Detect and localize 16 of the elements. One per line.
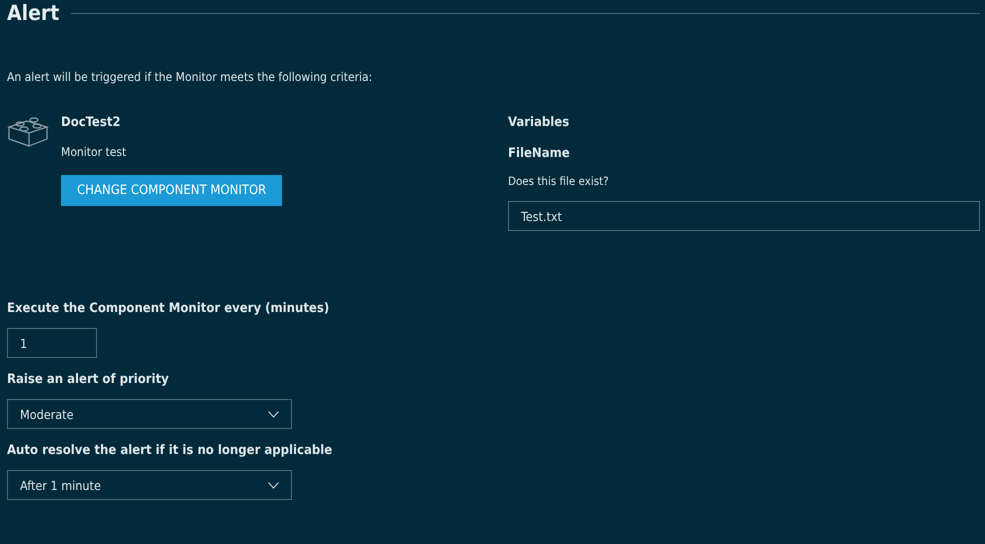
description-text: An alert will be triggered if the Monitor meets the following criteria: xyxy=(7,70,374,84)
setting-label: Execute the Component Monitor every (minutes) xyxy=(7,301,330,316)
chevron-down-icon xyxy=(268,482,279,488)
dropdown[interactable]: After 1 minute xyxy=(7,470,292,500)
variables-heading: Variables xyxy=(508,115,570,130)
variable-name: FileName xyxy=(508,146,571,161)
setting-label: Auto resolve the alert if it is no longer applicable xyxy=(7,443,334,458)
page-title: Alert xyxy=(7,1,60,25)
variable-hint: Does this file exist? xyxy=(508,174,610,188)
setting-label: Raise an alert of priority xyxy=(7,372,170,387)
monitor-subtitle: Monitor test xyxy=(61,145,126,159)
chevron-down-icon xyxy=(268,410,279,418)
minutes-input-field[interactable]: 1 xyxy=(7,328,97,358)
monitor-name: DocTest2 xyxy=(61,115,121,130)
variable-input-field[interactable]: Test.txt xyxy=(508,201,980,231)
dropdown[interactable]: Moderate xyxy=(7,399,292,429)
